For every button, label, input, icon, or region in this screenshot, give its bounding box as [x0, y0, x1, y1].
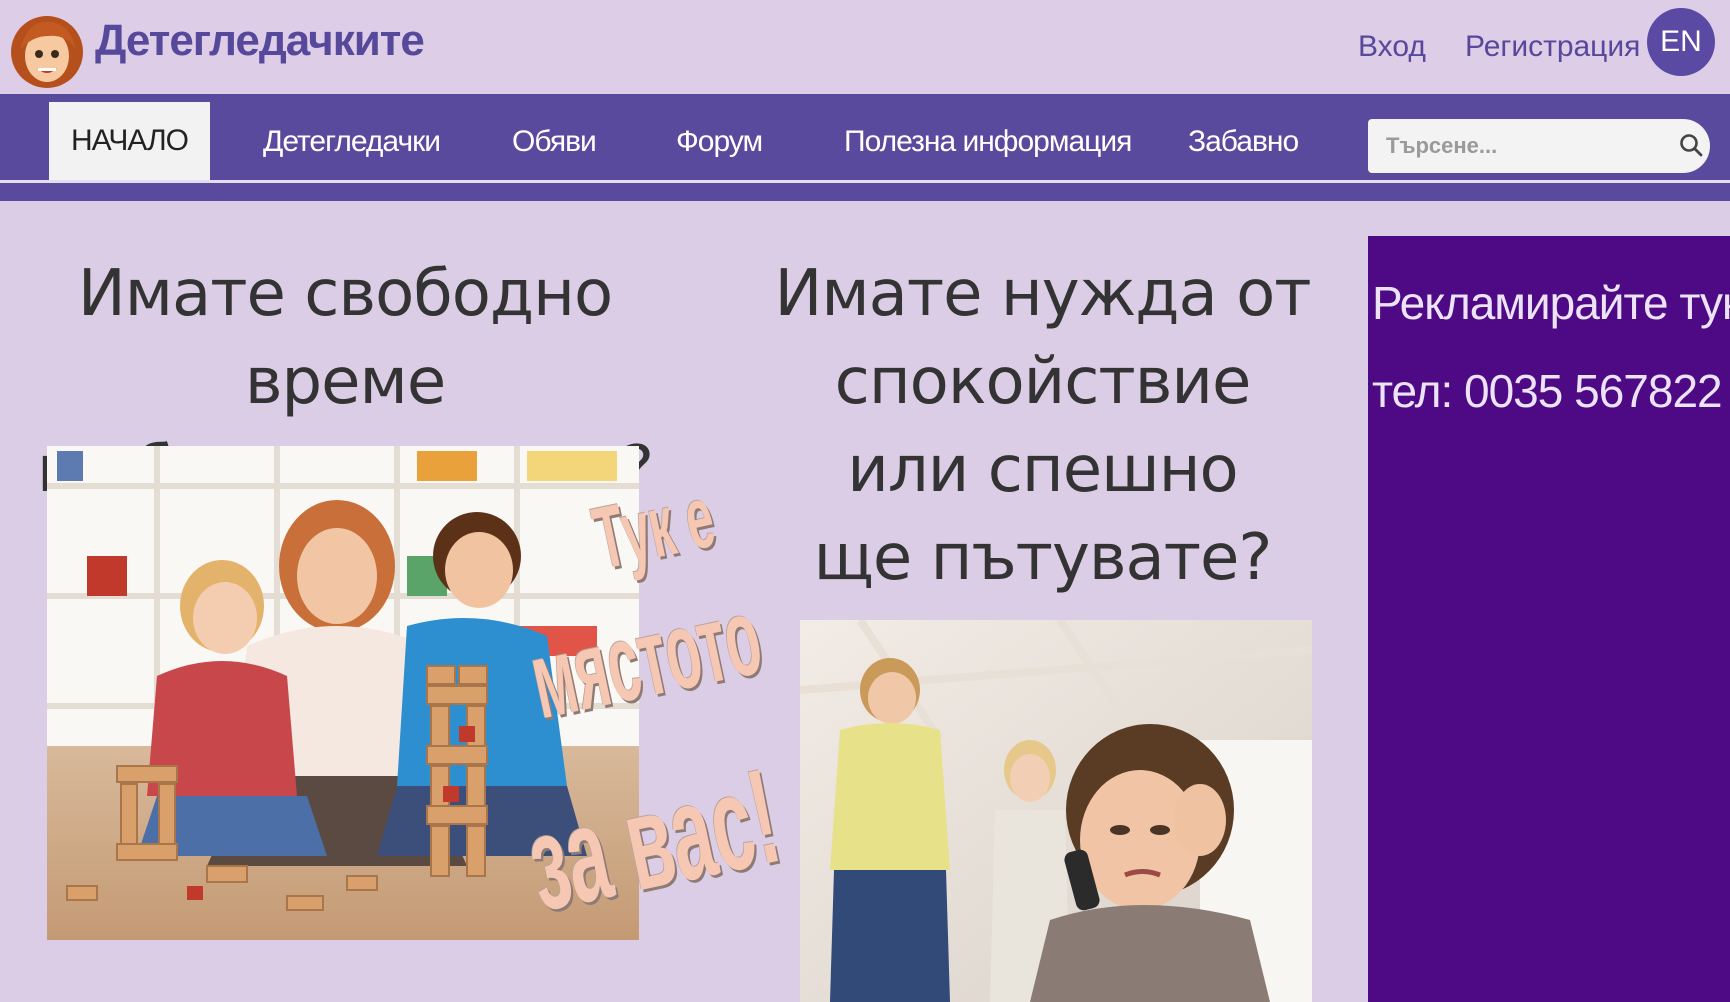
advertise-heading: Рекламирайте тук!	[1372, 277, 1730, 329]
register-link[interactable]: Регистрация	[1465, 30, 1640, 64]
headline-need-peace: Имате нужда от спокойствие или спешно ще…	[770, 250, 1315, 602]
headline-line: ще пътувате?	[813, 521, 1273, 595]
stressed-mother-image	[800, 620, 1312, 1002]
nav-item-ads[interactable]: Обяви	[512, 102, 597, 182]
language-toggle-button[interactable]: EN	[1647, 8, 1715, 76]
nanny-face-logo-icon[interactable]	[8, 10, 86, 90]
site-header: Детегледачките Вход Регистрация EN	[0, 0, 1730, 94]
advertise-panel[interactable]: Рекламирайте тук! тел: 0035 567822	[1368, 236, 1730, 1002]
search-icon[interactable]	[1678, 132, 1704, 158]
nav-item-useful-info[interactable]: Полезна информация	[844, 102, 1132, 182]
nav-item-forum[interactable]: Форум	[676, 102, 763, 182]
nav-bottom-bar	[0, 183, 1730, 201]
headline-line: спокойствие	[834, 345, 1252, 419]
nav-item-home[interactable]: НАЧАЛО	[49, 102, 211, 180]
nav-item-nannies[interactable]: Детегледачки	[263, 102, 441, 182]
login-link[interactable]: Вход	[1358, 30, 1426, 64]
search-input[interactable]	[1368, 119, 1710, 173]
advertise-phone: тел: 0035 567822	[1372, 365, 1723, 417]
headline-line: или спешно	[847, 433, 1238, 507]
stressed-mother-photo	[800, 620, 1312, 1002]
headline-line: Имате свободно време	[77, 257, 613, 419]
nav-item-fun[interactable]: Забавно	[1188, 102, 1299, 182]
site-title[interactable]: Детегледачките	[95, 16, 425, 66]
headline-line: Имате нужда от	[774, 257, 1312, 331]
